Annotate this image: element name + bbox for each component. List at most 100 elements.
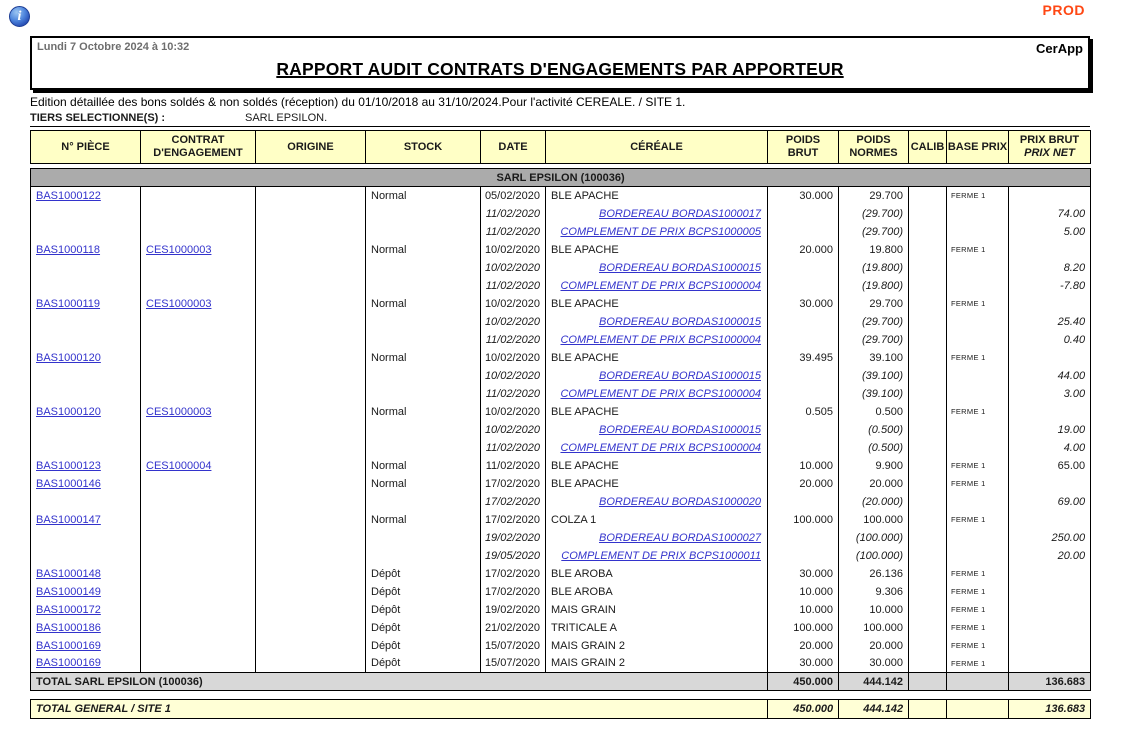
cereale-cell: BLE APACHE bbox=[546, 241, 768, 259]
date-cell: 11/02/2020 bbox=[481, 457, 546, 475]
piece-link[interactable]: BAS1000169 bbox=[36, 640, 101, 652]
origine-cell bbox=[256, 439, 366, 457]
poids-normes-cell: (100.000) bbox=[839, 547, 909, 565]
document-cell: BORDEREAU BORDAS1000020 bbox=[546, 493, 768, 511]
prix-cell: 0.40 bbox=[1009, 331, 1091, 349]
piece-link[interactable]: BAS1000149 bbox=[36, 586, 101, 598]
prix-cell bbox=[1009, 601, 1091, 619]
poids-normes-cell: 19.800 bbox=[839, 241, 909, 259]
document-link[interactable]: BORDEREAU BORDAS1000015 bbox=[599, 262, 761, 274]
sub-row: 10/02/2020BORDEREAU BORDAS1000015(29.700… bbox=[31, 313, 1091, 331]
piece-link[interactable]: BAS1000147 bbox=[36, 514, 101, 526]
piece-cell: BAS1000122 bbox=[31, 187, 141, 205]
poids-brut-cell: 20.000 bbox=[768, 475, 839, 493]
cereale-cell: BLE AROBA bbox=[546, 583, 768, 601]
group-total-brut: 450.000 bbox=[768, 673, 839, 691]
column-header-row: N° PIÈCECONTRATD'ENGAGEMENTORIGINESTOCKD… bbox=[31, 131, 1091, 164]
report-subtitle: Edition détaillée des bons soldés & non … bbox=[30, 95, 685, 109]
piece-link[interactable]: BAS1000122 bbox=[36, 190, 101, 202]
document-link[interactable]: COMPLEMENT DE PRIX BCPS1000004 bbox=[560, 442, 761, 454]
stock-cell: Normal bbox=[366, 457, 481, 475]
piece-link[interactable]: BAS1000146 bbox=[36, 478, 101, 490]
stock-cell: Normal bbox=[366, 475, 481, 493]
report-datetime: Lundi 7 Octobre 2024 à 10:32 bbox=[37, 41, 189, 53]
piece-link[interactable]: BAS1000120 bbox=[36, 406, 101, 418]
cereale-cell: BLE APACHE bbox=[546, 349, 768, 367]
contract-link[interactable]: CES1000003 bbox=[146, 406, 211, 418]
calib-cell bbox=[909, 565, 947, 583]
poids-brut-cell: 100.000 bbox=[768, 511, 839, 529]
group-total-base bbox=[947, 673, 1009, 691]
group-header-row: SARL EPSILON (100036) bbox=[31, 169, 1091, 187]
base-prix-cell bbox=[947, 367, 1009, 385]
date-cell: 05/02/2020 bbox=[481, 187, 546, 205]
piece-link[interactable]: BAS1000172 bbox=[36, 604, 101, 616]
piece-link[interactable]: BAS1000123 bbox=[36, 460, 101, 472]
piece-cell bbox=[31, 259, 141, 277]
base-prix-cell: FERME 1 bbox=[947, 403, 1009, 421]
piece-cell: BAS1000169 bbox=[31, 655, 141, 673]
contract-cell: CES1000003 bbox=[141, 403, 256, 421]
origine-cell bbox=[256, 601, 366, 619]
piece-link[interactable]: BAS1000148 bbox=[36, 568, 101, 580]
group-total-label: TOTAL SARL EPSILON (100036) bbox=[31, 673, 768, 691]
origine-cell bbox=[256, 349, 366, 367]
piece-link[interactable]: BAS1000169 bbox=[36, 657, 101, 669]
column-header-date: DATE bbox=[481, 131, 546, 164]
base-prix-cell: FERME 1 bbox=[947, 187, 1009, 205]
document-cell: COMPLEMENT DE PRIX BCPS1000004 bbox=[546, 439, 768, 457]
document-link[interactable]: BORDEREAU BORDAS1000015 bbox=[599, 316, 761, 328]
piece-link[interactable]: BAS1000186 bbox=[36, 622, 101, 634]
document-link[interactable]: COMPLEMENT DE PRIX BCPS1000004 bbox=[560, 388, 761, 400]
info-icon[interactable]: i bbox=[9, 6, 30, 27]
table-row: BAS1000123CES1000004Normal11/02/2020BLE … bbox=[31, 457, 1091, 475]
poids-brut-cell bbox=[768, 223, 839, 241]
document-link[interactable]: BORDEREAU BORDAS1000020 bbox=[599, 496, 761, 508]
piece-cell: BAS1000120 bbox=[31, 349, 141, 367]
origine-cell bbox=[256, 547, 366, 565]
date-cell: 11/02/2020 bbox=[481, 331, 546, 349]
piece-cell bbox=[31, 493, 141, 511]
date-cell: 17/02/2020 bbox=[481, 565, 546, 583]
piece-cell: BAS1000120 bbox=[31, 403, 141, 421]
document-link[interactable]: COMPLEMENT DE PRIX BCPS1000004 bbox=[560, 334, 761, 346]
contract-link[interactable]: CES1000003 bbox=[146, 298, 211, 310]
contract-cell bbox=[141, 205, 256, 223]
document-link[interactable]: COMPLEMENT DE PRIX BCPS1000004 bbox=[560, 280, 761, 292]
poids-brut-cell: 0.505 bbox=[768, 403, 839, 421]
date-cell: 21/02/2020 bbox=[481, 619, 546, 637]
piece-link[interactable]: BAS1000120 bbox=[36, 352, 101, 364]
piece-cell: BAS1000186 bbox=[31, 619, 141, 637]
stock-cell bbox=[366, 313, 481, 331]
poids-normes-cell: (29.700) bbox=[839, 313, 909, 331]
piece-cell bbox=[31, 277, 141, 295]
poids-brut-cell: 20.000 bbox=[768, 241, 839, 259]
document-link[interactable]: BORDEREAU BORDAS1000015 bbox=[599, 370, 761, 382]
contract-link[interactable]: CES1000003 bbox=[146, 244, 211, 256]
document-link[interactable]: COMPLEMENT DE PRIX BCPS1000011 bbox=[561, 550, 761, 562]
document-link[interactable]: BORDEREAU BORDAS1000027 bbox=[599, 532, 761, 544]
piece-link[interactable]: BAS1000119 bbox=[36, 298, 100, 310]
column-header-n-pi-ce: N° PIÈCE bbox=[31, 131, 141, 164]
document-link[interactable]: COMPLEMENT DE PRIX BCPS1000005 bbox=[560, 226, 761, 238]
document-link[interactable]: BORDEREAU BORDAS1000017 bbox=[599, 208, 761, 220]
column-header-calib: CALIB bbox=[909, 131, 947, 164]
poids-brut-cell: 20.000 bbox=[768, 637, 839, 655]
origine-cell bbox=[256, 583, 366, 601]
divider bbox=[30, 126, 1090, 127]
base-prix-cell: FERME 1 bbox=[947, 619, 1009, 637]
base-prix-cell bbox=[947, 421, 1009, 439]
stock-cell: Normal bbox=[366, 241, 481, 259]
table-row: BAS1000118CES1000003Normal10/02/2020BLE … bbox=[31, 241, 1091, 259]
calib-cell bbox=[909, 187, 947, 205]
contract-cell bbox=[141, 367, 256, 385]
poids-normes-cell: (29.700) bbox=[839, 223, 909, 241]
poids-normes-cell: 29.700 bbox=[839, 187, 909, 205]
contract-link[interactable]: CES1000004 bbox=[146, 460, 211, 472]
stock-cell bbox=[366, 205, 481, 223]
document-link[interactable]: BORDEREAU BORDAS1000015 bbox=[599, 424, 761, 436]
date-cell: 15/07/2020 bbox=[481, 637, 546, 655]
poids-normes-cell: 10.000 bbox=[839, 601, 909, 619]
piece-link[interactable]: BAS1000118 bbox=[36, 244, 100, 256]
base-prix-cell: FERME 1 bbox=[947, 475, 1009, 493]
